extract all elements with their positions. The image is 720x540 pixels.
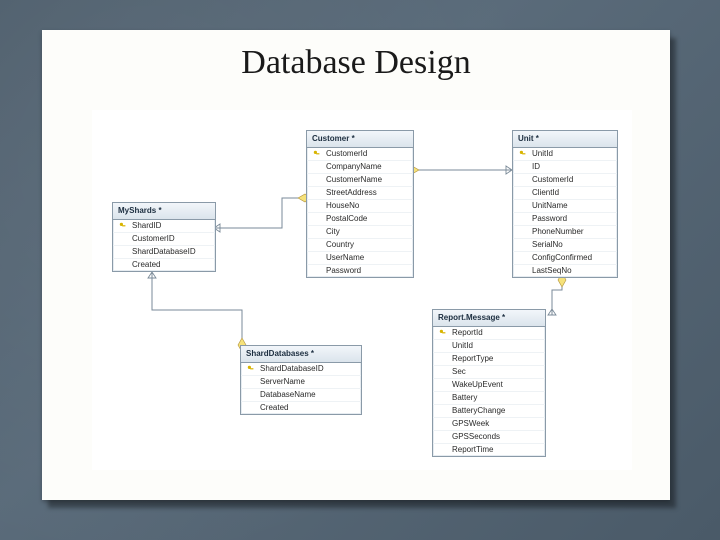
column-name: UserName xyxy=(326,253,364,263)
column-name: PostalCode xyxy=(326,214,367,224)
rel-report-unit xyxy=(552,280,562,315)
rel-myshards-sharddb xyxy=(152,272,242,345)
slide: Database Design MyShards * ShardID C xyxy=(42,30,670,500)
column-name: PhoneNumber xyxy=(532,227,584,237)
table-row: Password xyxy=(307,265,413,277)
column-name: ID xyxy=(532,162,540,172)
table-row: City xyxy=(307,226,413,239)
column-name: Password xyxy=(532,214,567,224)
table-row: Battery xyxy=(433,392,545,405)
column-name: WakeUpEvent xyxy=(452,380,503,390)
table-row: CustomerId xyxy=(307,148,413,161)
column-name: UnitId xyxy=(532,149,553,159)
column-name: Password xyxy=(326,266,361,276)
table-row: UnitId xyxy=(433,340,545,353)
table-row: Created xyxy=(241,402,361,414)
column-name: ClientId xyxy=(532,188,559,198)
column-name: ReportTime xyxy=(452,445,494,455)
table-row: GPSWeek xyxy=(433,418,545,431)
table-row: BatteryChange xyxy=(433,405,545,418)
column-name: DatabaseName xyxy=(260,390,316,400)
column-name: UnitId xyxy=(452,341,473,351)
column-name: Battery xyxy=(452,393,477,403)
table-customer[interactable]: Customer * CustomerId CompanyName Custom… xyxy=(306,130,414,278)
table-row: CustomerID xyxy=(113,233,215,246)
key-icon xyxy=(118,222,128,230)
column-name: Created xyxy=(260,403,288,413)
column-name: ReportId xyxy=(452,328,483,338)
table-row: ShardDatabaseID xyxy=(113,246,215,259)
table-row: ShardID xyxy=(113,220,215,233)
table-row: UserName xyxy=(307,252,413,265)
table-row: StreetAddress xyxy=(307,187,413,200)
column-name: CustomerName xyxy=(326,175,382,185)
table-sharddatabases[interactable]: ShardDatabases * ShardDatabaseID ServerN… xyxy=(240,345,362,415)
table-myshards[interactable]: MyShards * ShardID CustomerID ShardDatab… xyxy=(112,202,216,272)
table-row: ServerName xyxy=(241,376,361,389)
key-icon xyxy=(518,150,528,158)
table-header: Unit * xyxy=(513,131,617,148)
table-header: Report.Message * xyxy=(433,310,545,327)
diagram-canvas: MyShards * ShardID CustomerID ShardDatab… xyxy=(92,110,632,470)
column-name: CustomerId xyxy=(326,149,367,159)
column-name: CompanyName xyxy=(326,162,382,172)
key-icon xyxy=(312,150,322,158)
table-row: DatabaseName xyxy=(241,389,361,402)
table-header: Customer * xyxy=(307,131,413,148)
column-name: StreetAddress xyxy=(326,188,377,198)
table-row: PhoneNumber xyxy=(513,226,617,239)
column-name: CustomerId xyxy=(532,175,573,185)
table-row: Password xyxy=(513,213,617,226)
table-row: UnitName xyxy=(513,200,617,213)
column-name: CustomerID xyxy=(132,234,175,244)
column-name: BatteryChange xyxy=(452,406,505,416)
table-row: ID xyxy=(513,161,617,174)
column-name: Created xyxy=(132,260,160,270)
slide-title: Database Design xyxy=(42,44,670,82)
column-name: City xyxy=(326,227,340,237)
end-infinity-3 xyxy=(148,272,156,278)
table-unit[interactable]: Unit * UnitId ID CustomerId ClientId Uni… xyxy=(512,130,618,278)
table-row: ReportType xyxy=(433,353,545,366)
table-reportmessage[interactable]: Report.Message * ReportId UnitId ReportT… xyxy=(432,309,546,457)
table-row: ClientId xyxy=(513,187,617,200)
column-name: GPSWeek xyxy=(452,419,489,429)
table-row: HouseNo xyxy=(307,200,413,213)
column-name: HouseNo xyxy=(326,201,359,211)
table-row: Created xyxy=(113,259,215,271)
column-name: Sec xyxy=(452,367,466,377)
column-name: GPSSeconds xyxy=(452,432,500,442)
column-name: ConfigConfirmed xyxy=(532,253,592,263)
table-row: ShardDatabaseID xyxy=(241,363,361,376)
column-name: ShardID xyxy=(132,221,161,231)
key-icon xyxy=(246,365,256,373)
column-name: ShardDatabaseID xyxy=(260,364,324,374)
table-row: ConfigConfirmed xyxy=(513,252,617,265)
key-icon xyxy=(438,329,448,337)
table-row: ReportTime xyxy=(433,444,545,456)
table-header: MyShards * xyxy=(113,203,215,220)
column-name: LastSeqNo xyxy=(532,266,572,276)
table-row: LastSeqNo xyxy=(513,265,617,277)
table-row: GPSSeconds xyxy=(433,431,545,444)
table-row: CompanyName xyxy=(307,161,413,174)
table-row: ReportId xyxy=(433,327,545,340)
column-name: ServerName xyxy=(260,377,305,387)
column-name: SerialNo xyxy=(532,240,563,250)
table-row: SerialNo xyxy=(513,239,617,252)
table-row: UnitId xyxy=(513,148,617,161)
table-row: CustomerName xyxy=(307,174,413,187)
column-name: ShardDatabaseID xyxy=(132,247,196,257)
table-row: CustomerId xyxy=(513,174,617,187)
column-name: ReportType xyxy=(452,354,493,364)
column-name: Country xyxy=(326,240,354,250)
table-row: WakeUpEvent xyxy=(433,379,545,392)
end-infinity-4 xyxy=(548,309,556,315)
table-header: ShardDatabases * xyxy=(241,346,361,363)
table-row: PostalCode xyxy=(307,213,413,226)
column-name: UnitName xyxy=(532,201,568,211)
table-row: Country xyxy=(307,239,413,252)
rel-myshards-customer xyxy=(214,198,305,228)
table-row: Sec xyxy=(433,366,545,379)
